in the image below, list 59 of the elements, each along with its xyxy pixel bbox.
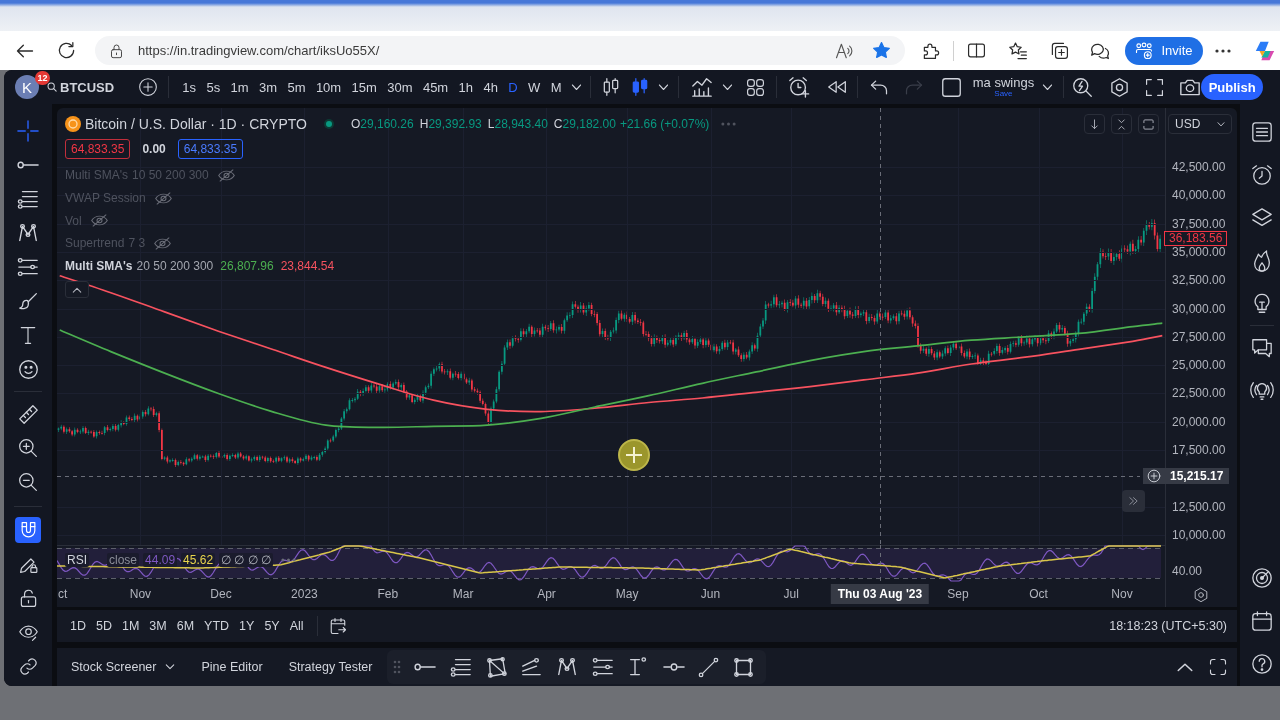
time-axis-label: ct [58,587,68,601]
indicator-name: Multi SMA's [65,168,128,183]
price-axis-label: 12,500.00 [1172,500,1226,514]
last-price-label: 36,183.56 [1164,231,1228,246]
symbol-title: Bitcoin / U.S. Dollar · 1D · CRYPTO [85,116,307,132]
notification-badge: 12 [35,71,50,85]
price-axis-label: 40,000.00 [1172,188,1226,202]
indicator-name: Vol [65,213,82,228]
crosshair-date-label: Thu 03 Aug '23 [830,584,930,604]
time-axis-label: Sep [947,587,969,601]
ohlc-label: O [351,117,361,131]
clock-time: 18:18:23 (UTC+5:30) [1109,619,1227,633]
indicator-value: ∅ ∅ ∅ ∅ [219,553,274,567]
spread-value: 0.00 [142,142,166,156]
time-axis-label: Apr [537,587,556,601]
price-axis-label: 27,500.00 [1172,330,1226,344]
indicator-value: 26,807.96 [220,259,274,274]
url-text: https://in.tradingview.com/chart/iksUo55X/ [138,43,380,58]
price-axis-label: 17,500.00 [1172,443,1226,457]
time-axis-label: Jun [700,587,721,601]
indicator-params: 7 3 [128,236,146,251]
price-change: +21.66 (+0.07%) [619,117,710,131]
time-axis-label: Feb [377,587,399,601]
ohlc-label: C [553,117,563,131]
rsi-axis-label: 40.00 [1172,564,1203,578]
ohlc-value: 29,392.93 [428,117,482,131]
time-axis-label: Oct [1029,587,1048,601]
time-axis-label: 2023 [291,587,318,601]
price-axis-label: 35,000.00 [1172,245,1226,259]
indicator-params: 20 50 200 300 [136,259,214,274]
time-axis-label: Nov [1111,587,1133,601]
time-axis-label: Nov [129,587,152,601]
price-axis-label: 20,000.00 [1172,415,1226,429]
ohlc-value: 29,182.00 [562,117,616,131]
indicator-name: RSI [65,553,89,567]
indicator-name: VWAP Session [65,191,146,206]
ohlc-value: 28,943.40 [494,117,548,131]
indicator-name: Multi SMA's [65,259,133,274]
indicator-value: 23,844.54 [280,259,335,274]
indicator-value: 44.09 [143,553,178,567]
crosshair-price-label: 15,215.17 [1165,468,1229,484]
ohlc-label: L [487,117,495,131]
price-axis-label: 22,500.00 [1172,386,1226,400]
time-axis-label: Jul [783,587,799,601]
indicator-params: 10 50 200 300 [131,168,209,183]
indicator-name: Supertrend [65,236,125,251]
time-axis-label: Dec [210,587,232,601]
price-axis-label: 25,000.00 [1172,358,1226,372]
price-axis-label: 37,500.00 [1172,217,1226,231]
ohlc-label: H [419,117,429,131]
indicator-source: close [107,553,140,567]
indicator-value: 45.62 [181,553,216,567]
ohlc-value: 29,160.26 [360,117,414,131]
price-axis-label: 42,500.00 [1172,160,1226,174]
price-axis-label: 32,500.00 [1172,273,1226,287]
price-axis-label: 10,000.00 [1172,528,1226,542]
price-axis-label: 30,000.00 [1172,302,1226,316]
time-axis-label: Mar [452,587,474,601]
time-axis-label: May [615,587,639,601]
